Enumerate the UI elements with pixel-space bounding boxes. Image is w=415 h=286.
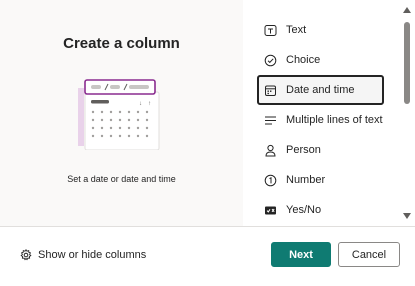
- calendar-day-dot: [136, 126, 140, 130]
- scroll-down-arrow-icon[interactable]: [403, 212, 411, 220]
- create-column-panel: Create a column ↓ ↑ Set a date or date a…: [0, 0, 415, 226]
- gear-icon: [20, 249, 32, 261]
- column-type-label: Text: [286, 24, 307, 36]
- next-button[interactable]: Next: [271, 242, 331, 267]
- calendar-day-dot: [91, 134, 95, 138]
- calendar-day-dot: [136, 110, 140, 114]
- calendar-day-dot: [109, 110, 113, 114]
- calendar-day-dot: [127, 110, 131, 114]
- column-type-label: Date and time: [286, 84, 355, 96]
- text-box-icon: [263, 23, 277, 37]
- cancel-button[interactable]: Cancel: [338, 242, 400, 267]
- calendar-day-dot: [118, 134, 122, 138]
- column-type-label: Number: [286, 174, 326, 186]
- calendar-day-dot: [109, 118, 113, 122]
- person-icon: [263, 143, 277, 157]
- svg-text:↓: ↓: [139, 101, 142, 107]
- column-type-person[interactable]: Person: [257, 135, 387, 165]
- number-circle-icon: [263, 173, 277, 187]
- calendar-icon: [263, 83, 277, 97]
- calendar-day-dot: [109, 126, 113, 130]
- scrollbar-thumb[interactable]: [404, 22, 410, 104]
- calendar-day-dot: [91, 118, 95, 122]
- calendar-day-dot: [91, 126, 95, 130]
- show-hide-columns-link[interactable]: Show or hide columns: [20, 249, 146, 261]
- calendar-day-dot: [127, 134, 131, 138]
- calendar-day-dot: [109, 134, 113, 138]
- calendar-day-dot: [136, 118, 140, 122]
- calendar-day-dot: [127, 126, 131, 130]
- list-scrollbar[interactable]: [401, 0, 413, 226]
- calendar-day-dot: [100, 110, 104, 114]
- calendar-day-dot: [118, 118, 122, 122]
- column-type-date-and-time[interactable]: Date and time: [257, 75, 384, 105]
- check-circle-icon: [263, 53, 277, 67]
- calendar-day-dot: [118, 110, 122, 114]
- calendar-day-dot: [145, 126, 149, 130]
- calendar-day-dot: [145, 134, 149, 138]
- column-type-label: Person: [286, 144, 321, 156]
- column-type-label: Multiple lines of text: [286, 114, 383, 126]
- column-type-label: Choice: [286, 54, 321, 66]
- calendar-day-dot: [136, 134, 140, 138]
- column-type-list: Text Choice Date and time Multiple lines…: [257, 15, 387, 225]
- show-hide-columns-label: Show or hide columns: [38, 249, 147, 261]
- preview-pane: Create a column ↓ ↑ Set a date or date a…: [0, 0, 243, 226]
- calendar-day-dot: [100, 118, 104, 122]
- column-type-multiple-lines-of-text[interactable]: Multiple lines of text: [257, 105, 387, 135]
- calendar-day-dot: [100, 126, 104, 130]
- column-type-text[interactable]: Text: [257, 15, 387, 45]
- preview-description: Set a date or date and time: [67, 174, 176, 184]
- column-type-label: Yes/No: [286, 204, 322, 216]
- calendar-day-dot: [100, 134, 104, 138]
- svg-text:↑: ↑: [148, 101, 151, 107]
- preview-title: Create a column: [63, 35, 180, 52]
- column-type-list-area: Text Choice Date and time Multiple lines…: [243, 0, 415, 226]
- calendar-day-dot: [118, 126, 122, 130]
- calendar-day-dot: [145, 118, 149, 122]
- column-type-choice[interactable]: Choice: [257, 45, 387, 75]
- calendar-day-dot: [145, 110, 149, 114]
- dialog-footer: Show or hide columns Next Cancel: [0, 226, 415, 286]
- scroll-up-arrow-icon[interactable]: [403, 6, 411, 14]
- toggle-icon: [263, 203, 277, 217]
- date-time-illustration: ↓ ↑: [78, 79, 160, 150]
- column-type-number[interactable]: Number: [257, 165, 387, 195]
- column-type-yes-no[interactable]: Yes/No: [257, 195, 387, 225]
- calendar-day-dot: [91, 110, 95, 114]
- multiline-text-icon: [263, 113, 277, 127]
- calendar-day-dot: [127, 118, 131, 122]
